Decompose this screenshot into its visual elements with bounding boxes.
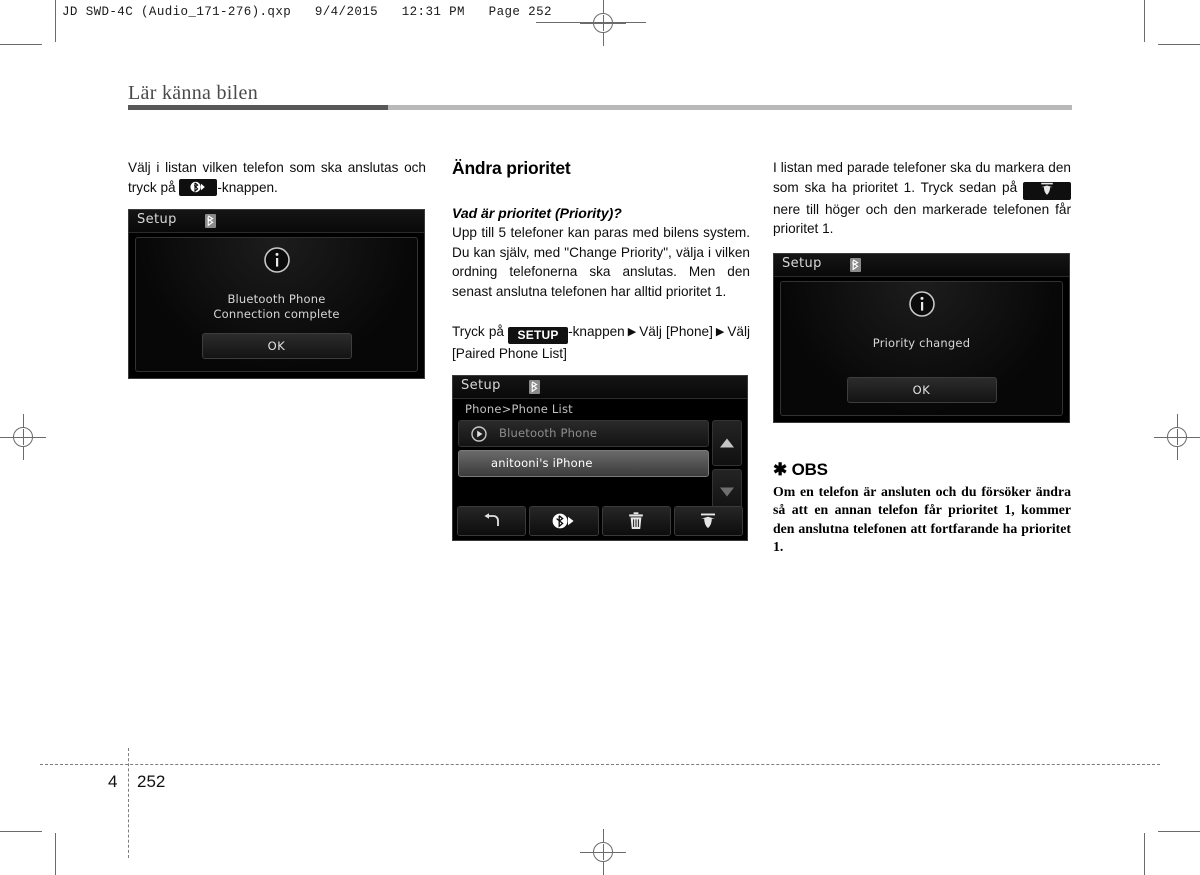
priority-up-icon (1023, 181, 1071, 200)
path-part2: -knappen (568, 324, 625, 339)
ok-button[interactable]: OK (201, 333, 352, 359)
sub-heading: Vad är prioritet (Priority)? (452, 205, 622, 221)
registration-rule-top (536, 22, 646, 23)
screen-toolbar (457, 505, 743, 536)
info-circle-icon (263, 246, 291, 279)
triangle-up-icon[interactable] (712, 419, 742, 466)
crop-mark-bottom-left-vertical (55, 833, 56, 875)
column-middle: Ändra prioritet Vad är prioritet (Priori… (452, 158, 750, 541)
dialog-message: Priority changed (781, 336, 1062, 351)
registration-mark-top (580, 0, 626, 46)
middle-paragraph: Upp till 5 telefoner kan paras med bilen… (452, 225, 750, 299)
note-block: ✱ OBS Om en telefon är ansluten och du f… (773, 460, 1071, 557)
crop-mark-bottom-right-horizontal (1158, 831, 1200, 832)
left-intro-paragraph: Välj i listan vilken telefon som ska ans… (128, 158, 426, 197)
crop-mark-top-left-vertical (55, 0, 56, 42)
bluetooth-icon (205, 214, 216, 233)
bluetooth-connect-icon (179, 178, 218, 196)
dialog-message: Bluetooth Phone Connection complete (136, 292, 417, 322)
screenshot-phone-list: Setup Phone>Phone List Bluetooth Phone a… (452, 374, 748, 541)
right-text-part2: nere till höger och den markerade telefo… (773, 201, 1071, 237)
dialog-message-line1: Priority changed (872, 335, 971, 350)
footer-rule (40, 764, 1160, 765)
crop-mark-bottom-right-vertical (1144, 833, 1145, 875)
list-item-label: anitooni's iPhone (491, 455, 593, 470)
screen-title-bar: Setup (453, 375, 747, 399)
footer-crop-line (128, 748, 129, 858)
list-item-label: Bluetooth Phone (499, 425, 598, 440)
screenshot-priority-changed: Setup Priority changed OK (773, 252, 1070, 423)
trash-icon[interactable] (601, 505, 671, 536)
crop-mark-top-right-horizontal (1158, 44, 1200, 45)
screen-title-label: Setup (137, 212, 177, 227)
screen-title-label: Setup (782, 255, 822, 271)
left-intro-text-after: -knappen. (217, 179, 278, 195)
section-heading: Ändra prioritet (452, 158, 571, 178)
bluetooth-icon (529, 379, 540, 399)
screen-title-label: Setup (461, 377, 501, 393)
navigation-path: Tryck på SETUP -knappen ▶ Välj [Phone] ▶ Välj… (452, 322, 750, 364)
asterisk-icon: ✱ (773, 459, 788, 479)
prepress-file-header: JD SWD-4C (Audio_171-276).qxp 9/4/2015 1… (62, 5, 552, 19)
title-rule (128, 105, 1072, 110)
dialog-panel: Priority changed OK (780, 280, 1063, 416)
back-arrow-icon[interactable] (457, 505, 527, 536)
info-circle-icon (908, 290, 936, 323)
screen-title-bar: Setup (774, 253, 1069, 277)
path-arrow-2: ▶ (715, 326, 725, 338)
registration-mark-right (1154, 414, 1200, 460)
ok-button[interactable]: OK (846, 376, 997, 403)
dialog-panel: Bluetooth Phone Connection complete OK (135, 237, 418, 372)
right-paragraph: I listan med parade telefoner ska du mar… (773, 158, 1071, 239)
path-arrow-1: ▶ (627, 326, 637, 338)
crop-mark-top-right-vertical (1144, 0, 1145, 42)
bluetooth-connect-icon[interactable] (529, 505, 599, 536)
page-number: 252 (137, 772, 166, 791)
note-body: Om en telefon är ansluten och du försöke… (773, 483, 1071, 555)
registration-mark-left (0, 414, 46, 460)
list-item[interactable]: anitooni's iPhone (458, 449, 709, 477)
column-left: Välj i listan vilken telefon som ska ans… (128, 158, 426, 379)
crop-mark-bottom-left-horizontal (0, 831, 42, 832)
play-circle-icon (471, 425, 487, 447)
screenshot-connection-complete: Setup Bluetooth Phone Connection complet… (128, 209, 425, 379)
page-title: Lär känna bilen (128, 82, 258, 104)
list-item[interactable]: Bluetooth Phone (458, 419, 709, 447)
note-heading-label: OBS (791, 459, 828, 479)
breadcrumb: Phone>Phone List (465, 401, 573, 416)
setup-button-pill: SETUP (508, 327, 569, 344)
dialog-message-line2: Connection complete (213, 307, 340, 321)
phone-list: Bluetooth Phone anitooni's iPhone (458, 419, 709, 500)
column-right: I listan med parade telefoner ska du mar… (773, 158, 1071, 557)
crop-mark-top-left-horizontal (0, 44, 42, 45)
bluetooth-icon (850, 257, 861, 277)
path-part1: Tryck på (452, 324, 509, 339)
path-part3: Välj [Phone] (639, 324, 713, 339)
registration-mark-bottom (580, 829, 626, 875)
priority-up-icon[interactable] (673, 505, 743, 536)
note-heading: ✱ OBS (773, 460, 1071, 480)
screen-title-bar: Setup (129, 210, 424, 233)
dialog-message-line1: Bluetooth Phone (227, 292, 326, 306)
chapter-number: 4 (108, 772, 118, 791)
scrollbar[interactable] (712, 419, 742, 515)
